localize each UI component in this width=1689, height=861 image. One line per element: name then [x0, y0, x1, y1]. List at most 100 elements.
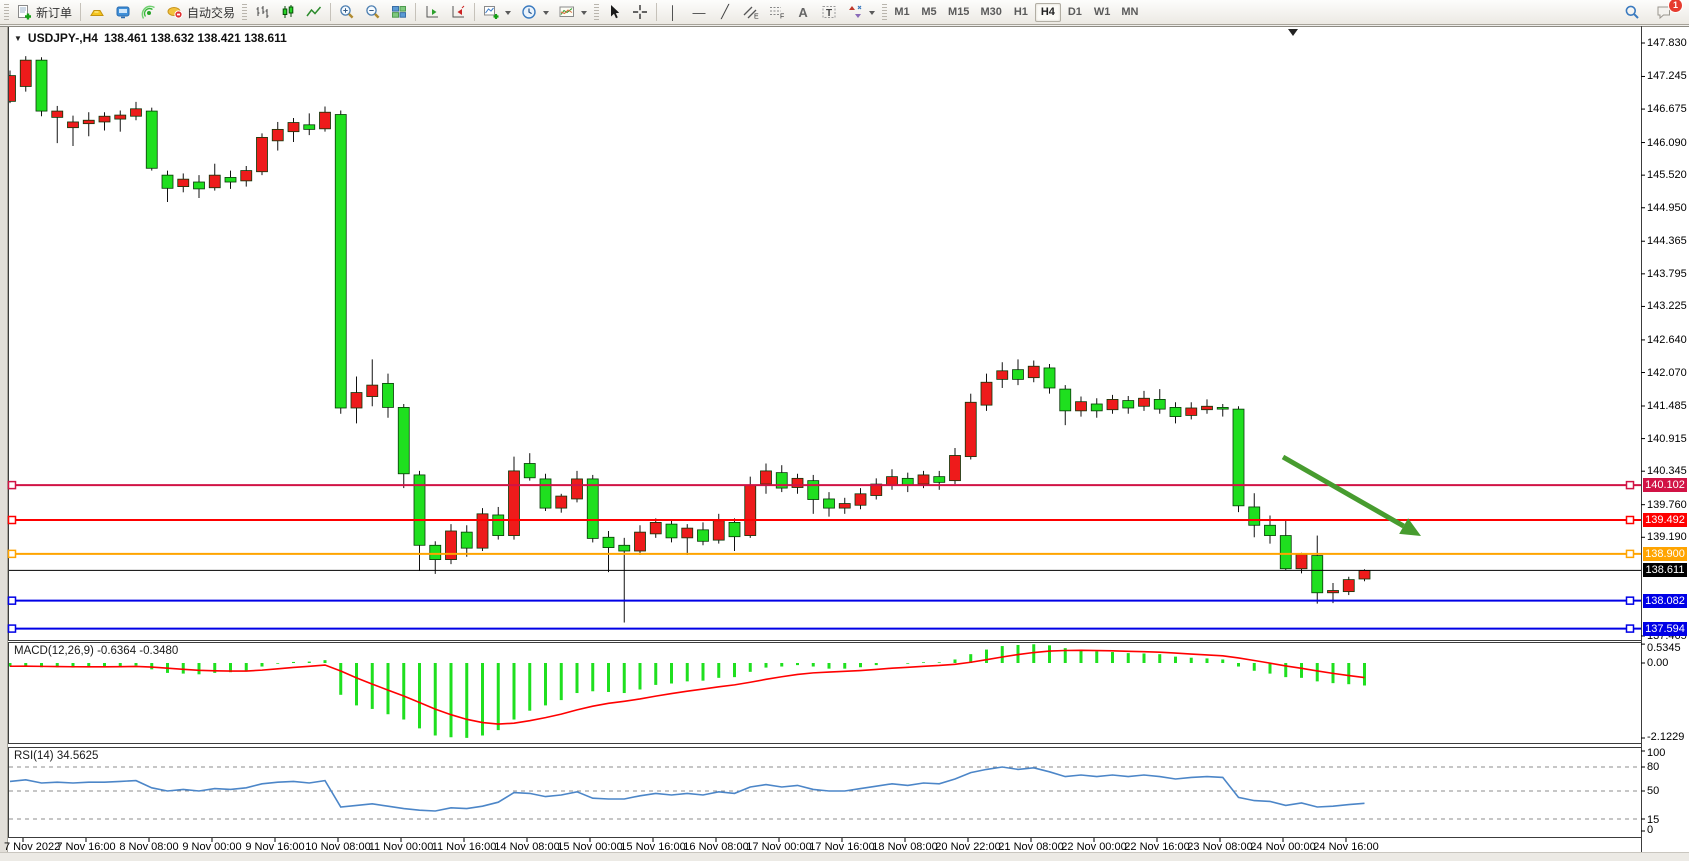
timeframe-button-mn[interactable]: MN — [1116, 3, 1143, 22]
candle-body — [194, 182, 205, 189]
timeframe-button-w1[interactable]: W1 — [1089, 3, 1116, 22]
text-icon: A — [795, 5, 811, 20]
chat-button[interactable]: 1 — [1651, 2, 1677, 23]
community-button[interactable] — [110, 2, 136, 23]
candle-body — [335, 115, 346, 408]
hline-tool-button[interactable]: — — [686, 2, 712, 23]
line-anchor[interactable] — [9, 482, 16, 489]
chart-line-button[interactable] — [301, 2, 327, 23]
candle-body — [1076, 402, 1087, 411]
line-anchor[interactable] — [1627, 625, 1634, 632]
toolbar-grip[interactable] — [882, 4, 887, 20]
time-axis-label: 21 Nov 08:00 — [997, 841, 1065, 853]
candle-body — [1202, 406, 1213, 409]
candle-body — [587, 479, 598, 538]
new-chart-icon — [483, 4, 499, 20]
candle-body — [398, 407, 409, 473]
cursor-tool-button[interactable] — [601, 2, 627, 23]
toolbar-grip[interactable] — [594, 4, 599, 20]
timeframe-button-m15[interactable]: M15 — [943, 3, 974, 22]
candle-body — [288, 123, 299, 132]
line-anchor[interactable] — [1627, 482, 1634, 489]
toolbar-grip[interactable] — [4, 4, 9, 20]
time-axis-label: 15 Nov 16:00 — [619, 841, 687, 853]
periods-button[interactable] — [516, 2, 554, 23]
candle-body — [509, 471, 520, 536]
candle-body — [855, 494, 866, 505]
candle-body — [572, 479, 583, 499]
timeframe-button-m5[interactable]: M5 — [916, 3, 942, 22]
candle-body — [650, 522, 661, 533]
timeframe-button-h4[interactable]: H4 — [1035, 3, 1061, 22]
signals-button[interactable] — [136, 2, 162, 23]
candle-body — [1265, 525, 1276, 535]
market-watch-button[interactable] — [84, 2, 110, 23]
search-button[interactable] — [1619, 2, 1645, 23]
chart-menu-triangle[interactable]: ▼ — [14, 34, 22, 43]
chart-shift-icon — [424, 4, 440, 20]
line-anchor[interactable] — [1627, 597, 1634, 604]
crosshair-tool-button[interactable] — [627, 2, 653, 23]
line-anchor[interactable] — [9, 550, 16, 557]
time-axis-label: 16 Nov 08:00 — [682, 841, 750, 853]
channel-tool-button[interactable]: E — [738, 2, 764, 23]
time-axis-label: 15 Nov 00:00 — [556, 841, 624, 853]
macd-label: MACD(12,26,9) — [14, 645, 94, 657]
time-axis-label: 9 Nov 16:00 — [241, 841, 309, 853]
autotrade-button[interactable]: 自动交易 — [162, 2, 240, 23]
candle-body — [5, 76, 16, 102]
dropdown-caret — [543, 11, 549, 18]
chart-canvas[interactable] — [0, 0, 1689, 860]
mt4-terminal: { "toolbar": { "new_order_label": "新订单",… — [0, 0, 1689, 860]
candle-body — [52, 111, 63, 117]
vline-tool-button[interactable]: │ — [660, 2, 686, 23]
line-anchor[interactable] — [9, 597, 16, 604]
zoom-out-button[interactable] — [360, 2, 386, 23]
candle-body — [1312, 556, 1323, 593]
dropdown-caret — [505, 11, 511, 18]
toolbar-grip[interactable] — [242, 4, 247, 20]
candle-body — [446, 531, 457, 560]
timeframe-button-d1[interactable]: D1 — [1062, 3, 1088, 22]
zoom-in-icon — [339, 4, 355, 20]
rsi-value: 34.5625 — [57, 750, 99, 762]
candle-body — [682, 528, 693, 538]
line-anchor[interactable] — [1627, 517, 1634, 524]
templates-button[interactable] — [554, 2, 592, 23]
candles-chart-icon — [280, 4, 296, 20]
timeframe-button-m30[interactable]: M30 — [975, 3, 1006, 22]
line-anchor[interactable] — [9, 625, 16, 632]
text-tool-button[interactable]: A — [790, 2, 816, 23]
candle-body — [1060, 389, 1071, 411]
trendline-icon: ╱ — [717, 4, 733, 20]
line-anchor[interactable] — [9, 517, 16, 524]
text-label-tool-button[interactable]: T — [816, 2, 842, 23]
arrows-tool-button[interactable] — [842, 2, 880, 23]
time-axis-label: 9 Nov 00:00 — [178, 841, 246, 853]
timeframe-button-m1[interactable]: M1 — [889, 3, 915, 22]
price-tick-label: 139.760 — [1647, 499, 1687, 511]
chart-candles-button[interactable] — [275, 2, 301, 23]
price-tick-label: 144.950 — [1647, 202, 1687, 214]
candle-body — [524, 463, 535, 477]
new-chart-button[interactable] — [478, 2, 516, 23]
timeframe-button-h1[interactable]: H1 — [1008, 3, 1034, 22]
chart-shift-button[interactable] — [419, 2, 445, 23]
candle-body — [792, 478, 803, 487]
tile-windows-button[interactable] — [386, 2, 412, 23]
line-price-tag: 140.102 — [1643, 478, 1687, 492]
auto-scroll-button[interactable] — [445, 2, 471, 23]
line-anchor[interactable] — [1627, 550, 1634, 557]
new-order-button[interactable]: 新订单 — [11, 2, 77, 23]
candle-body — [698, 530, 709, 541]
macd-scale-label: -2.1229 — [1647, 731, 1684, 743]
time-axis-label: 14 Nov 08:00 — [493, 841, 561, 853]
candle-body — [304, 125, 315, 130]
fibonacci-tool-button[interactable]: F — [764, 2, 790, 23]
chart-bars-button[interactable] — [249, 2, 275, 23]
zoom-in-button[interactable] — [334, 2, 360, 23]
candle-body — [1233, 409, 1244, 506]
separator — [656, 3, 657, 21]
price-tick-label: 146.675 — [1647, 103, 1687, 115]
trendline-tool-button[interactable]: ╱ — [712, 2, 738, 23]
